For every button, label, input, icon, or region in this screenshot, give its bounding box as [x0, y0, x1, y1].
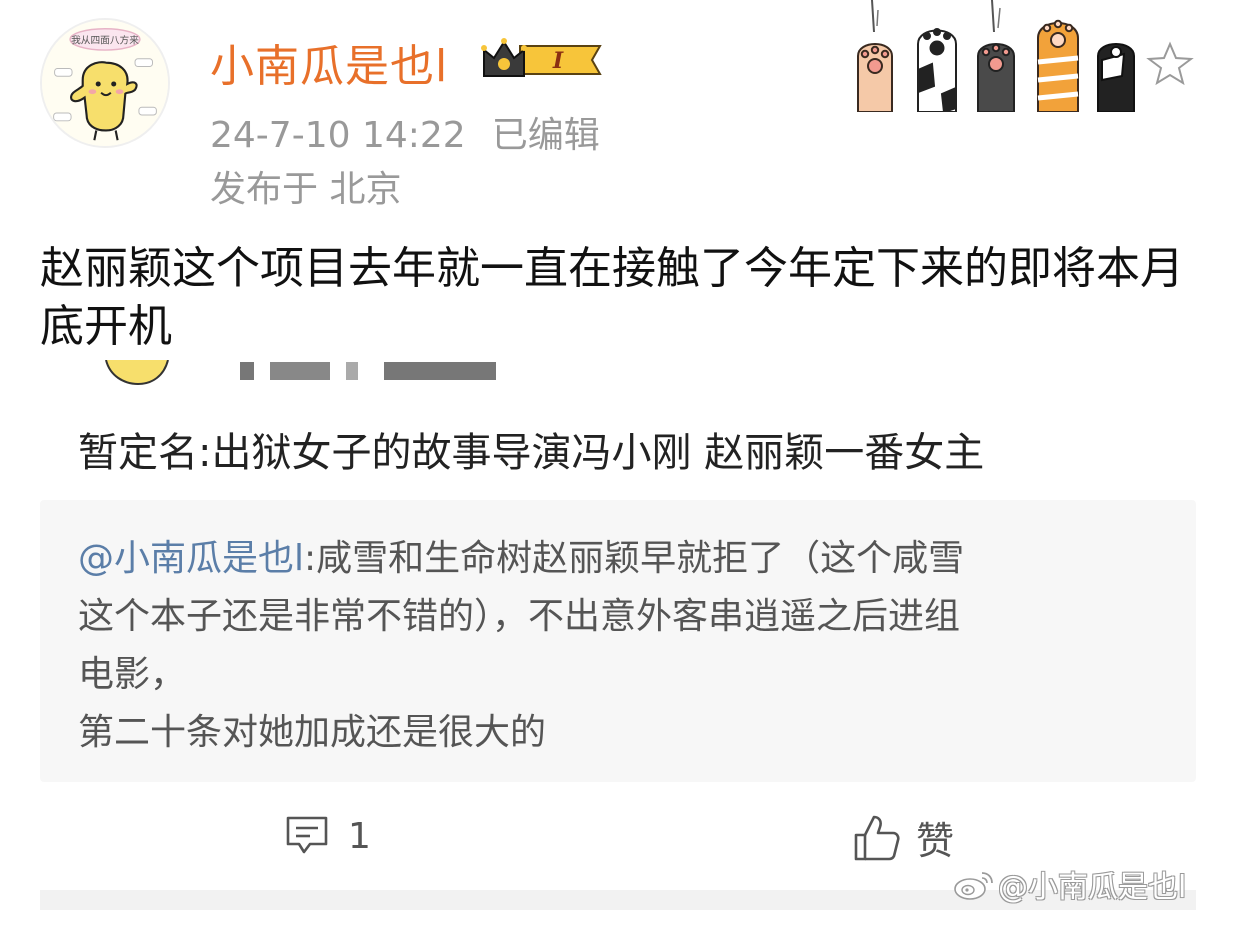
quoted-comment[interactable]: @小南瓜是也l:咸雪和生命树赵丽颖早就拒了（这个咸雪 这个本子还是非常不错的），… [40, 500, 1196, 782]
post-location: 发布于 北京 [210, 169, 402, 210]
mention-link[interactable]: @小南瓜是也l [78, 538, 304, 579]
paw-3 [977, 0, 1015, 112]
paw-1 [857, 0, 893, 112]
comment-count: 1 [348, 815, 371, 857]
edited-label[interactable]: 已编辑 [492, 115, 600, 156]
quote-line-1: @小南瓜是也l:咸雪和生命树赵丽颖早就拒了（这个咸雪 [78, 530, 1158, 588]
badge-level: I [552, 48, 564, 74]
vip-crown-badge[interactable]: I [480, 36, 606, 84]
comment-button[interactable]: 1 [284, 814, 371, 858]
post-timestamp: 24-7-10 14:22 已编辑 [210, 106, 600, 158]
quote-line-1-text: :咸雪和生命树赵丽颖早就拒了（这个咸雪 [304, 538, 965, 579]
weibo-watermark: @小南瓜是也l [952, 862, 1186, 906]
post-text: 赵丽颖这个项目去年就一直在接触了今年定下来的即将本月底开机 [40, 243, 1184, 352]
repost-text: 暂定名:出狱女子的故事导演冯小刚 赵丽颖一番女主 [78, 430, 985, 476]
quote-line-4: 第二十条对她加成还是很大的 [78, 712, 547, 753]
like-button[interactable]: 赞 [852, 810, 954, 865]
paw-5 [1097, 43, 1135, 112]
like-label: 赞 [916, 819, 955, 863]
cat-paws-decoration [857, 0, 1194, 112]
username[interactable]: 小南瓜是也l [210, 30, 448, 94]
post-header: 我从四面八方来 小南瓜是也l I 24-7-10 14:22 已编辑 发布于 北京 [0, 0, 1236, 230]
cropped-repost-header [105, 360, 496, 386]
quoted-comment-text: @小南瓜是也l:咸雪和生命树赵丽颖早就拒了（这个咸雪 这个本子还是非常不错的），… [78, 530, 1158, 762]
star-icon [1146, 41, 1194, 86]
quote-line-2: 这个本子还是非常不错的），不出意外客串逍遥之后进组 [78, 596, 961, 637]
quote-line-3: 电影， [78, 654, 187, 695]
timestamp: 24-7-10 14:22 [210, 115, 466, 156]
avatar-caption: 我从四面八方来 [71, 33, 139, 46]
paw-4 [1037, 19, 1079, 112]
weibo-logo-icon [954, 872, 993, 900]
thumbs-up-icon [854, 815, 900, 860]
avatar[interactable]: 我从四面八方来 [40, 18, 170, 148]
avatar-image: 我从四面八方来 [42, 20, 168, 146]
watermark-text: @小南瓜是也l [998, 870, 1187, 905]
comment-icon [286, 816, 328, 854]
paw-2 [917, 28, 957, 112]
